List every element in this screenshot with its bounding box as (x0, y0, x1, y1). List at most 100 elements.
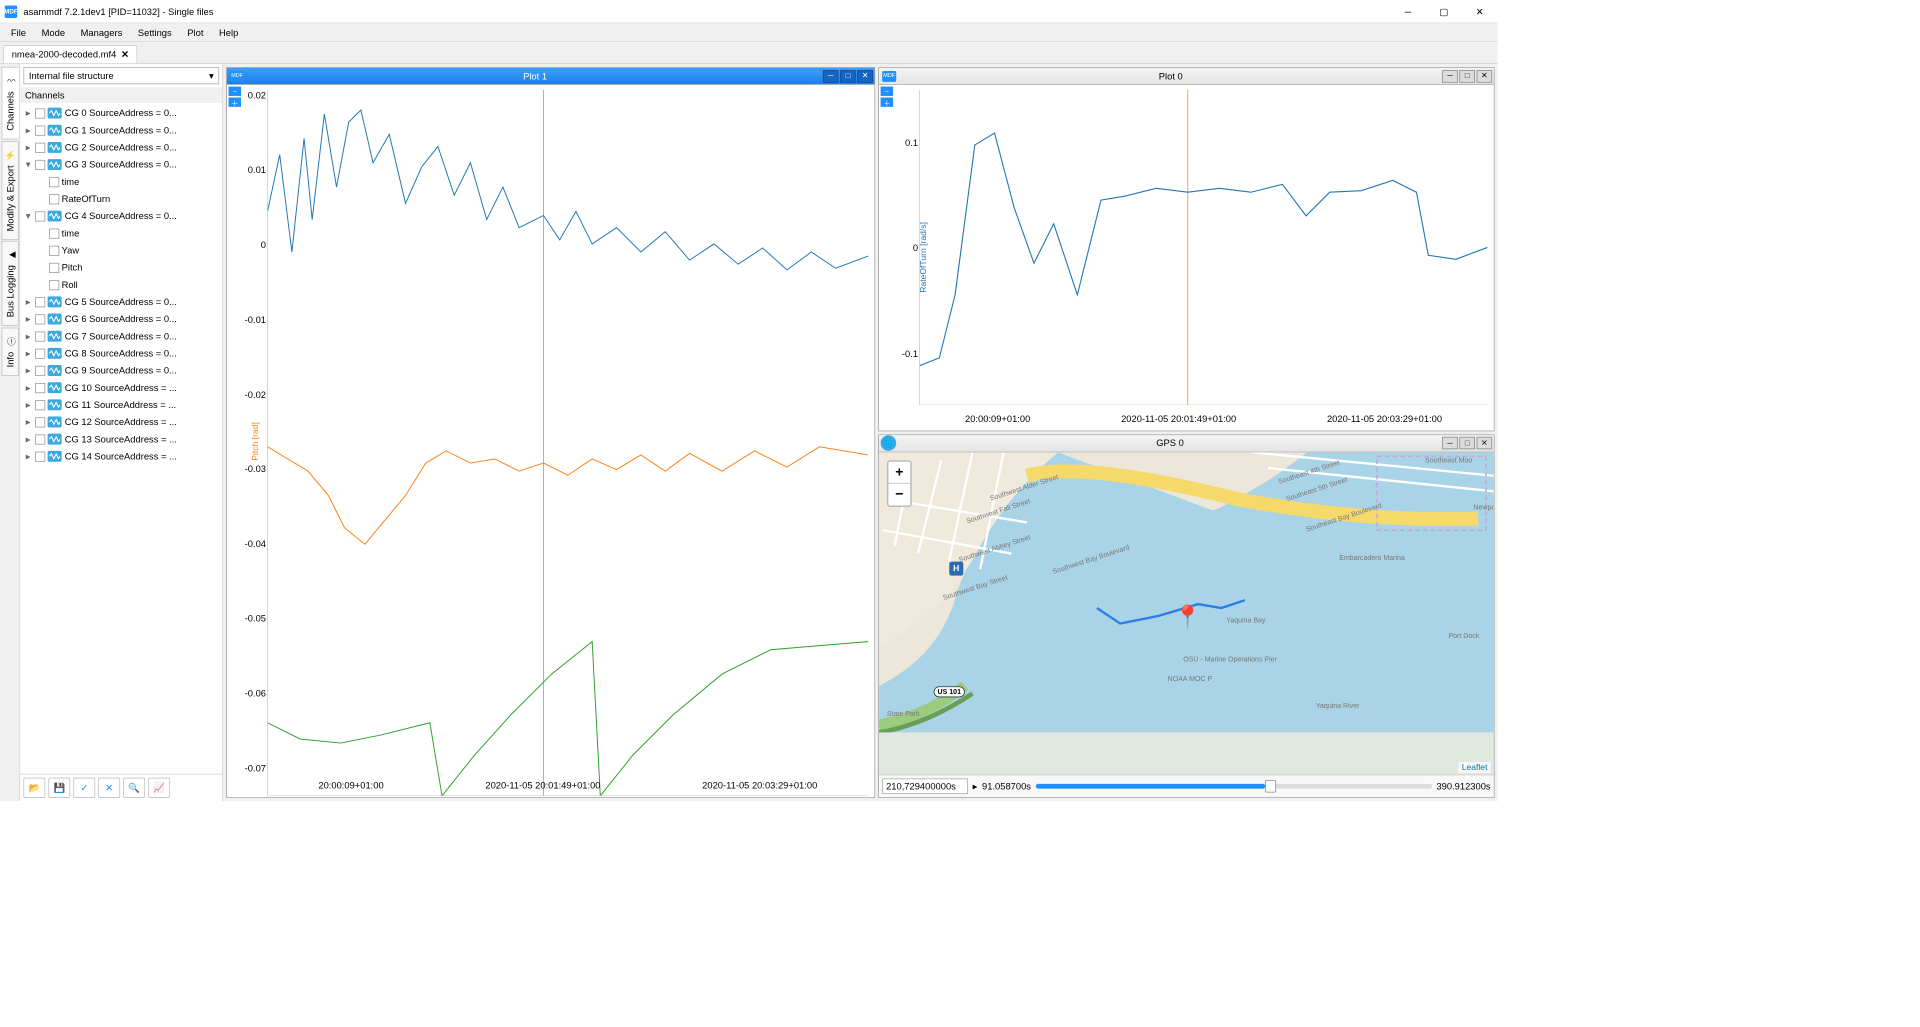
plot1-window[interactable]: MDF Plot 1 ─ □ ✕ − ＋ Pitch [rad] 0.020.0… (226, 67, 875, 798)
tree-item[interactable]: ▸CG 7 SourceAddress = 0... (20, 328, 222, 345)
plot0-window[interactable]: MDF Plot 0 ─ □ ✕ − ＋ RateOfTurn [rad/s] … (878, 67, 1494, 431)
tree-item[interactable]: time (20, 173, 222, 190)
save-button[interactable]: 💾 (48, 778, 70, 798)
checkbox[interactable] (35, 297, 45, 307)
tree-item[interactable]: ▾CG 3 SourceAddress = 0... (20, 156, 222, 173)
plot1-title: Plot 1 (247, 71, 823, 82)
plot1-titlebar[interactable]: MDF Plot 1 ─ □ ✕ (227, 68, 874, 85)
gps-window[interactable]: 🌐 GPS 0 ─ □ ✕ (878, 434, 1494, 798)
checkbox[interactable] (35, 400, 45, 410)
checkbox[interactable] (35, 348, 45, 358)
expand-icon[interactable]: ＋ (229, 98, 241, 107)
checkbox[interactable] (49, 245, 59, 255)
clear-button[interactable]: ✕ (98, 778, 120, 798)
tree-item[interactable]: ▸CG 14 SourceAddress = ... (20, 448, 222, 465)
chevron-right-icon: ▸ (973, 781, 978, 792)
tree-item[interactable]: ▸CG 5 SourceAddress = 0... (20, 293, 222, 310)
tree-item[interactable]: ▾CG 4 SourceAddress = 0... (20, 207, 222, 224)
rail-tab-bus-logging[interactable]: Bus Logging▶ (1, 241, 18, 326)
map-canvas[interactable]: + − 📍 Leaflet Southeast 4th StreetSouthe… (879, 452, 1494, 775)
checkbox[interactable] (35, 108, 45, 118)
open-button[interactable]: 📂 (23, 778, 45, 798)
menu-mode[interactable]: Mode (34, 25, 73, 41)
plot0-body[interactable]: − ＋ RateOfTurn [rad/s] 0.10-0.1 20:00:09… (879, 85, 1494, 430)
plot0-titlebar[interactable]: MDF Plot 0 ─ □ ✕ (879, 68, 1494, 85)
minimize-button[interactable]: ─ (1390, 0, 1426, 23)
gps-titlebar[interactable]: 🌐 GPS 0 ─ □ ✕ (879, 435, 1494, 452)
checkbox[interactable] (35, 331, 45, 341)
structure-select[interactable]: Internal file structure ▾ (23, 67, 219, 84)
close-tab-icon[interactable]: ✕ (121, 49, 129, 60)
rail-tab-info[interactable]: Infoⓘ (1, 328, 18, 376)
menu-help[interactable]: Help (211, 25, 246, 41)
tree-item[interactable]: Roll (20, 276, 222, 293)
checkbox[interactable] (35, 160, 45, 170)
plot0-max-button[interactable]: □ (1459, 70, 1475, 82)
checkbox[interactable] (49, 280, 59, 290)
tree-item[interactable]: ▸CG 6 SourceAddress = 0... (20, 310, 222, 327)
tree-item[interactable]: RateOfTurn (20, 190, 222, 207)
route-shield: US 101 (934, 686, 965, 697)
menu-settings[interactable]: Settings (130, 25, 179, 41)
menu-managers[interactable]: Managers (73, 25, 130, 41)
gps-min-button[interactable]: ─ (1442, 437, 1458, 449)
tree-item[interactable]: ▸CG 0 SourceAddress = 0... (20, 105, 222, 122)
plot1-max-button[interactable]: □ (840, 70, 856, 82)
checkbox[interactable] (35, 142, 45, 152)
plot1-body[interactable]: − ＋ Pitch [rad] 0.020.010-0.01-0.02-0.03… (227, 85, 874, 797)
channel-icon (48, 365, 62, 376)
tree-item[interactable]: ▸CG 13 SourceAddress = ... (20, 431, 222, 448)
tree-item[interactable]: ▸CG 12 SourceAddress = ... (20, 413, 222, 430)
tree-item[interactable]: ▸CG 10 SourceAddress = ... (20, 379, 222, 396)
expand-icon[interactable]: ＋ (881, 98, 893, 107)
plot-button[interactable]: 📈 (148, 778, 170, 798)
gps-start-input[interactable] (882, 778, 968, 794)
tree-item[interactable]: Yaw (20, 242, 222, 259)
checkbox[interactable] (35, 211, 45, 221)
tree-item[interactable]: Pitch (20, 259, 222, 276)
checkbox[interactable] (35, 417, 45, 427)
file-tab[interactable]: nmea-2000-decoded.mf4 ✕ (3, 45, 137, 63)
menu-file[interactable]: File (3, 25, 34, 41)
zoom-out-button[interactable]: − (888, 483, 910, 505)
gps-max-button[interactable]: □ (1459, 437, 1475, 449)
titlebar: MDF asammdf 7.2.1dev1 [PID=11032] - Sing… (0, 0, 1498, 23)
leaflet-attribution[interactable]: Leaflet (1459, 762, 1491, 773)
checkbox[interactable] (35, 314, 45, 324)
channels-panel: Internal file structure ▾ Channels ▸CG 0… (20, 64, 223, 801)
close-button[interactable]: ✕ (1462, 0, 1498, 23)
tree-item[interactable]: ▸CG 11 SourceAddress = ... (20, 396, 222, 413)
collapse-icon[interactable]: − (881, 87, 893, 96)
plot0-close-button[interactable]: ✕ (1477, 70, 1493, 82)
rail-tab-channels[interactable]: Channels〰 (1, 67, 18, 139)
tree-item[interactable]: ▸CG 1 SourceAddress = 0... (20, 122, 222, 139)
checkbox[interactable] (49, 228, 59, 238)
plot0-title: Plot 0 (899, 71, 1442, 82)
tree-item[interactable]: ▸CG 8 SourceAddress = 0... (20, 345, 222, 362)
checkbox[interactable] (49, 194, 59, 204)
tree-item-label: CG 12 SourceAddress = ... (65, 417, 177, 428)
zoom-in-button[interactable]: + (888, 461, 910, 483)
gps-close-button[interactable]: ✕ (1477, 437, 1493, 449)
tree-item[interactable]: time (20, 225, 222, 242)
plot1-close-button[interactable]: ✕ (857, 70, 873, 82)
checkbox[interactable] (35, 434, 45, 444)
checkbox[interactable] (35, 125, 45, 135)
checkbox[interactable] (49, 177, 59, 187)
checkbox[interactable] (35, 365, 45, 375)
tree-item[interactable]: ▸CG 9 SourceAddress = 0... (20, 362, 222, 379)
plot1-min-button[interactable]: ─ (823, 70, 839, 82)
check-button[interactable]: ✓ (73, 778, 95, 798)
search-button[interactable]: 🔍 (123, 778, 145, 798)
checkbox[interactable] (35, 383, 45, 393)
plot0-min-button[interactable]: ─ (1442, 70, 1458, 82)
collapse-icon[interactable]: − (229, 87, 241, 96)
channel-tree[interactable]: ▸CG 0 SourceAddress = 0...▸CG 1 SourceAd… (20, 103, 222, 774)
rail-tab-modify-export[interactable]: Modify & Export⚡ (1, 141, 18, 240)
tree-item[interactable]: ▸CG 2 SourceAddress = 0... (20, 139, 222, 156)
checkbox[interactable] (35, 451, 45, 461)
maximize-button[interactable]: ▢ (1426, 0, 1462, 23)
menu-plot[interactable]: Plot (179, 25, 211, 41)
gps-time-slider[interactable] (1036, 784, 1432, 789)
checkbox[interactable] (49, 262, 59, 272)
